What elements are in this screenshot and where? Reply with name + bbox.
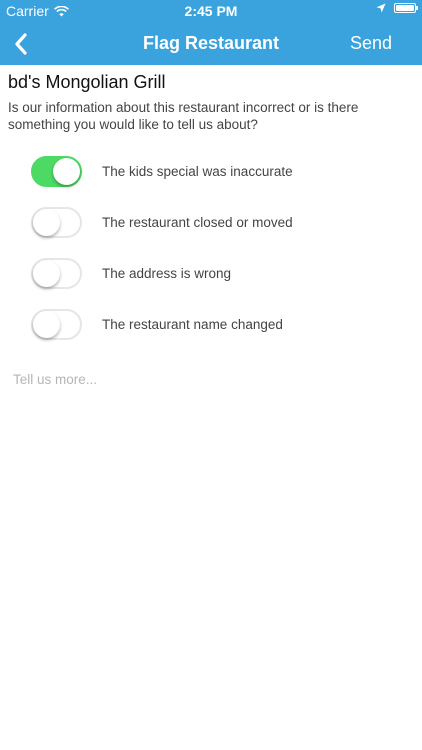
status-bar: Carrier 2:45 PM — [0, 0, 422, 22]
flag-question: Is our information about this restaurant… — [8, 100, 359, 132]
battery-icon — [394, 3, 418, 13]
option-label: The kids special was inaccurate — [102, 164, 293, 179]
top-bar: Carrier 2:45 PM Flag Restaurant Send — [0, 0, 422, 65]
navigation-bar: Flag Restaurant Send — [0, 22, 422, 65]
status-indicators — [376, 3, 418, 13]
option-label: The address is wrong — [102, 266, 232, 281]
option-label: The restaurant name changed — [102, 317, 283, 332]
option-toggle[interactable] — [31, 309, 82, 340]
send-button[interactable]: Send — [350, 33, 392, 54]
option-row[interactable]: The restaurant closed or moved — [0, 207, 422, 241]
option-toggle[interactable] — [31, 207, 82, 238]
option-row[interactable]: The address is wrong — [0, 258, 422, 292]
toggle-knob — [33, 260, 60, 287]
toggle-knob — [53, 158, 80, 185]
location-arrow-icon — [376, 3, 386, 13]
restaurant-name: bd's Mongolian Grill — [8, 72, 166, 92]
option-toggle[interactable] — [31, 258, 82, 289]
tell-us-more-input[interactable] — [13, 369, 409, 389]
toggle-knob — [33, 311, 60, 338]
option-row[interactable]: The kids special was inaccurate — [0, 156, 422, 190]
option-label: The restaurant closed or moved — [102, 215, 293, 230]
option-toggle[interactable] — [31, 156, 82, 187]
toggle-knob — [33, 209, 60, 236]
option-row[interactable]: The restaurant name changed — [0, 309, 422, 343]
status-time: 2:45 PM — [184, 3, 238, 19]
